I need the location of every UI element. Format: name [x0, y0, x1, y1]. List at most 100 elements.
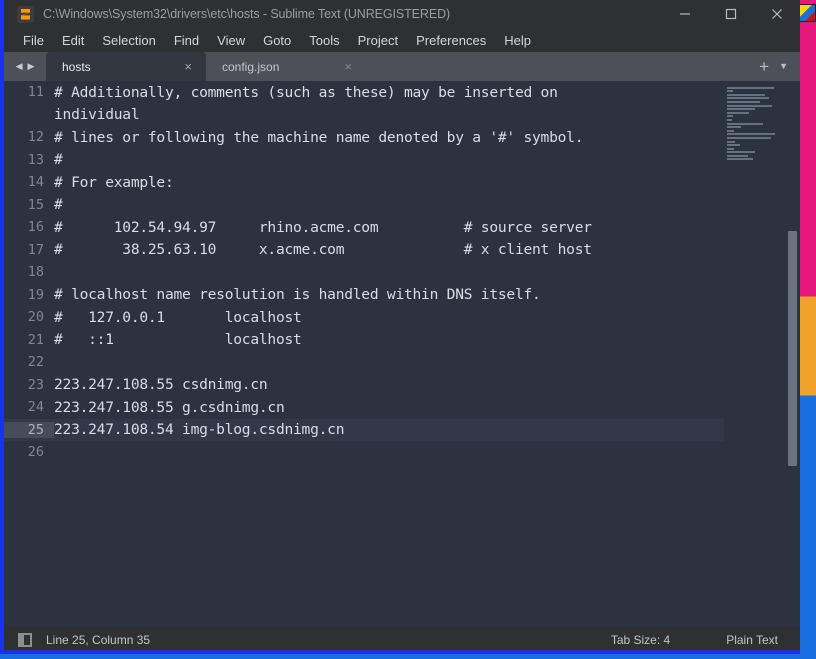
tab-hosts[interactable]: hosts ×	[46, 52, 206, 81]
minimap-line	[727, 133, 775, 136]
syntax-status[interactable]: Plain Text	[726, 633, 778, 647]
code-line[interactable]: 18	[4, 261, 724, 284]
minimap-line	[727, 122, 763, 125]
line-number: 18	[27, 264, 44, 281]
line-number: 13	[27, 151, 44, 168]
vertical-scrollbar[interactable]	[786, 81, 800, 626]
title-bar[interactable]: C:\Windows\System32\drivers\etc\hosts - …	[4, 0, 800, 28]
menu-item-goto[interactable]: Goto	[254, 31, 300, 50]
tab-label: hosts	[62, 59, 91, 74]
line-text: # localhost name resolution is handled w…	[54, 286, 541, 304]
line-number: 24	[27, 399, 44, 416]
line-number: 16	[27, 219, 44, 236]
sidebar-toggle-icon[interactable]	[18, 633, 32, 647]
line-number: 11	[27, 84, 44, 101]
tab-list: hosts × config.json ×	[46, 52, 366, 81]
line-text: #	[54, 151, 63, 169]
tab-size-status[interactable]: Tab Size: 4	[611, 633, 670, 647]
window-controls	[662, 0, 800, 28]
minimap-line	[727, 90, 733, 93]
minimap-line	[727, 93, 765, 96]
line-number: 15	[27, 196, 44, 213]
code-line[interactable]: 12 # lines or following the machine name …	[4, 126, 724, 149]
tab-close-icon[interactable]: ×	[344, 60, 352, 73]
minimap[interactable]	[724, 81, 786, 626]
menu-item-preferences[interactable]: Preferences	[407, 31, 495, 50]
menu-item-file[interactable]: File	[14, 31, 53, 50]
line-text: #	[54, 196, 63, 214]
minimize-icon[interactable]	[662, 0, 708, 28]
menu-item-view[interactable]: View	[208, 31, 254, 50]
code-line[interactable]: 17 # 38.25.63.10 x.acme.com # x client ho…	[4, 239, 724, 262]
code-line[interactable]: 20 # 127.0.0.1 localhost	[4, 306, 724, 329]
line-number: 14	[27, 174, 44, 191]
line-number: 26	[27, 444, 44, 461]
chevron-left-icon[interactable]: ◀	[16, 62, 23, 71]
line-text: 223.247.108.55 g.csdnimg.cn	[54, 398, 285, 416]
cursor-position-status: Line 25, Column 35	[46, 633, 151, 647]
minimap-line	[727, 158, 753, 161]
menu-bar: File Edit Selection Find View Goto Tools Projec…	[4, 28, 800, 52]
tab-overflow-menu-icon[interactable]: ▼	[779, 62, 788, 71]
minimap-line	[727, 111, 749, 114]
code-line[interactable]: 16 # 102.54.94.97 rhino.acme.com # source…	[4, 216, 724, 239]
line-text: # Additionally, comments (such as these)…	[54, 83, 558, 101]
menu-item-tools[interactable]: Tools	[300, 31, 348, 50]
minimap-line	[727, 144, 740, 147]
line-number: 12	[27, 129, 44, 146]
menu-item-edit[interactable]: Edit	[53, 31, 93, 50]
scrollbar-thumb[interactable]	[788, 231, 797, 466]
minimap-line	[727, 136, 771, 139]
code-line[interactable]: 22	[4, 351, 724, 374]
tab-bar-actions: + ▼	[759, 52, 800, 81]
tab-label: config.json	[222, 59, 280, 74]
code-line[interactable]: 26	[4, 441, 724, 464]
menu-item-selection[interactable]: Selection	[93, 31, 164, 50]
minimap-line	[727, 104, 772, 107]
code-line[interactable]: 15 #	[4, 194, 724, 217]
code-view[interactable]: 11 # Additionally, comments (such as thes…	[4, 81, 724, 626]
menu-item-project[interactable]: Project	[349, 31, 407, 50]
menu-item-find[interactable]: Find	[165, 31, 208, 50]
chevron-right-icon[interactable]: ▶	[28, 62, 35, 71]
line-number: 19	[27, 286, 44, 303]
code-line[interactable]: 11 # Additionally, comments (such as thes…	[4, 81, 724, 104]
minimap-line	[727, 154, 748, 157]
line-text: # 102.54.94.97 rhino.acme.com # source s…	[54, 218, 592, 236]
line-text: # 127.0.0.1 localhost	[54, 308, 302, 326]
status-bar: Line 25, Column 35 Tab Size: 4 Plain Tex…	[4, 626, 800, 650]
code-line[interactable]: 23 223.247.108.55 csdnimg.cn	[4, 374, 724, 397]
editor-area[interactable]: 11 # Additionally, comments (such as thes…	[4, 81, 800, 626]
line-text: # ::1 localhost	[54, 331, 302, 349]
code-line[interactable]: individual	[4, 104, 724, 127]
code-line[interactable]: 21 # ::1 localhost	[4, 329, 724, 352]
desktop-icon[interactable]	[798, 4, 816, 22]
line-number: 17	[27, 241, 44, 258]
menu-item-help[interactable]: Help	[495, 31, 540, 50]
tab-navigation[interactable]: ◀ ▶	[4, 52, 46, 81]
line-text: individual	[54, 106, 140, 124]
minimap-line	[727, 86, 774, 89]
new-tab-button[interactable]: +	[759, 58, 769, 75]
minimap-line	[727, 129, 734, 132]
line-number: 23	[27, 376, 44, 393]
maximize-icon[interactable]	[708, 0, 754, 28]
minimap-line	[727, 97, 769, 100]
line-text: 223.247.108.54 img-blog.csdnimg.cn	[54, 421, 345, 439]
close-icon[interactable]	[754, 0, 800, 28]
minimap-line	[727, 118, 732, 121]
tab-close-icon[interactable]: ×	[184, 60, 192, 73]
code-line[interactable]: 19 # localhost name resolution is handled…	[4, 284, 724, 307]
line-text: # lines or following the machine name de…	[54, 128, 584, 146]
window-title: C:\Windows\System32\drivers\etc\hosts - …	[43, 7, 451, 21]
code-line[interactable]: 25 223.247.108.54 img-blog.csdnimg.cn	[4, 418, 724, 441]
code-line[interactable]: 13 #	[4, 149, 724, 172]
code-line[interactable]: 24 223.247.108.55 g.csdnimg.cn	[4, 396, 724, 419]
sublime-text-window: C:\Windows\System32\drivers\etc\hosts - …	[0, 0, 800, 654]
code-line[interactable]: 14 # For example:	[4, 171, 724, 194]
tab-config-json[interactable]: config.json ×	[206, 52, 366, 81]
tab-bar: ◀ ▶ hosts × config.json × + ▼	[4, 52, 800, 81]
minimap-line	[727, 151, 755, 154]
line-text: # For example:	[54, 173, 174, 191]
minimap-line	[727, 147, 734, 150]
